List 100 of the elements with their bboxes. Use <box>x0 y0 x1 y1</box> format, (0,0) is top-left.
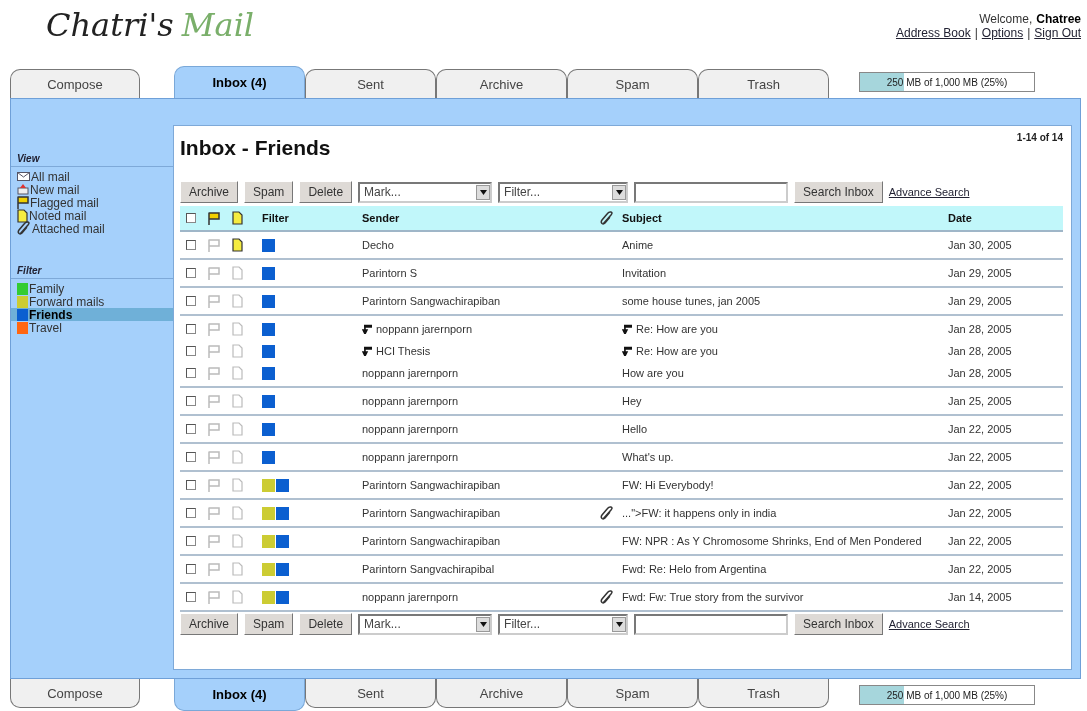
header-link[interactable]: Sign Out <box>1034 26 1081 40</box>
view-item[interactable]: All mail <box>11 170 173 183</box>
filter-item[interactable]: Forward mails <box>11 295 173 308</box>
view-item[interactable]: Attached mail <box>11 222 173 235</box>
date-text: Jan 22, 2005 <box>948 451 1012 463</box>
subject-text: How are you <box>622 367 684 379</box>
search-button[interactable]: Search Inbox <box>794 613 883 635</box>
row-checkbox[interactable] <box>186 240 196 250</box>
action-button[interactable]: Delete <box>299 181 353 203</box>
subject-text: Hey <box>622 395 642 407</box>
storage-text: 250 MB of 1,000 MB (25%) <box>886 76 1008 88</box>
caret-icon <box>479 189 487 195</box>
column-header[interactable]: Sender <box>362 212 600 224</box>
row-checkbox[interactable] <box>186 564 196 574</box>
action-button[interactable]: Archive <box>180 181 238 203</box>
subject-text: FW: Hi Everybody! <box>622 479 714 491</box>
mark-dropdown[interactable]: Mark... <box>358 181 493 203</box>
column-header[interactable]: Date <box>948 212 1063 224</box>
folder-tab[interactable]: Sent <box>305 679 436 708</box>
folder-tab[interactable]: Trash <box>698 679 829 708</box>
compose-tab[interactable]: Compose <box>10 679 140 708</box>
select-all-checkbox[interactable] <box>186 213 196 223</box>
row-checkbox[interactable] <box>186 592 196 602</box>
caret-icon <box>479 621 487 627</box>
row-checkbox[interactable] <box>186 452 196 462</box>
column-header[interactable]: Filter <box>262 212 362 224</box>
subject-text: Re: How are you <box>636 323 718 335</box>
note-icon[interactable] <box>232 238 243 252</box>
note-icon[interactable] <box>232 211 243 225</box>
row-checkbox[interactable] <box>186 508 196 518</box>
link-separator: | <box>974 26 978 40</box>
row-checkbox[interactable] <box>186 368 196 378</box>
sender-text: Parintorn Sangvachirapibal <box>362 563 495 575</box>
date-text: Jan 22, 2005 <box>948 507 1012 519</box>
action-button[interactable]: Delete <box>299 613 353 635</box>
sender-text: Parintorn Sangwachirapiban <box>362 507 501 519</box>
filter-item[interactable]: Travel <box>11 321 173 334</box>
row-checkbox[interactable] <box>186 346 196 356</box>
advance-search-link[interactable]: Advance Search <box>888 618 970 630</box>
row-checkbox[interactable] <box>186 324 196 334</box>
folder-tab[interactable]: Inbox (4) <box>174 679 305 711</box>
subject-text: Invitation <box>622 267 667 279</box>
sender-text: noppann jarernporn <box>362 367 459 379</box>
mark-dropdown[interactable]: Mark... <box>358 613 493 635</box>
header-link[interactable]: Address Book <box>895 26 971 40</box>
subject-text: Anime <box>622 239 654 251</box>
filter-item[interactable]: Family <box>11 282 173 295</box>
action-button[interactable]: Spam <box>244 613 294 635</box>
paperclip-icon <box>600 210 614 226</box>
date-text: Jan 29, 2005 <box>948 267 1012 279</box>
note-icon[interactable] <box>17 208 28 223</box>
date-text: Jan 14, 2005 <box>948 591 1012 603</box>
folder-tab[interactable]: Sent <box>305 69 436 98</box>
action-button[interactable]: Spam <box>244 181 294 203</box>
row-checkbox[interactable] <box>186 296 196 306</box>
welcome-text: Welcome, <box>979 12 1033 26</box>
sender-text: Decho <box>362 239 394 251</box>
folder-tab[interactable]: Archive <box>436 679 567 708</box>
view-item[interactable]: New mail <box>11 183 173 196</box>
search-button[interactable]: Search Inbox <box>794 181 883 203</box>
flag-icon[interactable] <box>208 211 220 225</box>
sender-text: Parintorn Sangwachirapiban <box>362 535 501 547</box>
new-mail-icon <box>17 184 29 195</box>
date-text: Jan 22, 2005 <box>948 563 1012 575</box>
view-item[interactable]: Noted mail <box>11 209 173 222</box>
subject-text: Hello <box>622 423 648 435</box>
folder-tab[interactable]: Trash <box>698 69 829 98</box>
date-text: Jan 29, 2005 <box>948 295 1012 307</box>
action-button[interactable]: Archive <box>180 613 238 635</box>
compose-tab[interactable]: Compose <box>10 69 140 98</box>
folder-tab[interactable]: Inbox (4) <box>174 66 305 98</box>
filter-dropdown[interactable]: Filter... <box>498 613 629 635</box>
search-field[interactable] <box>634 613 789 635</box>
flag-icon[interactable] <box>17 196 29 209</box>
search-field[interactable] <box>634 181 789 203</box>
page-title: Inbox - Friends <box>180 135 331 161</box>
date-text: Jan 22, 2005 <box>948 535 1012 547</box>
message-count: 1-14 of 14 <box>1016 132 1063 145</box>
subject-text: FW: NPR : As Y Chromosome Shrinks, End of Men Pondered <box>622 535 922 547</box>
row-checkbox[interactable] <box>186 396 196 406</box>
date-text: Jan 28, 2005 <box>948 345 1012 357</box>
folder-tab[interactable]: Spam <box>567 69 698 98</box>
advance-search-link[interactable]: Advance Search <box>888 186 970 198</box>
row-checkbox[interactable] <box>186 424 196 434</box>
caret-icon <box>615 621 623 627</box>
date-text: Jan 25, 2005 <box>948 395 1012 407</box>
column-header[interactable]: Subject <box>622 212 948 224</box>
link-separator: | <box>1027 26 1031 40</box>
sender-text: Parintorn Sangwachirapiban <box>362 479 501 491</box>
folder-tab[interactable]: Archive <box>436 69 567 98</box>
row-checkbox[interactable] <box>186 268 196 278</box>
header-link[interactable]: Options <box>981 26 1024 40</box>
date-text: Jan 28, 2005 <box>948 323 1012 335</box>
folder-tab[interactable]: Spam <box>567 679 698 708</box>
sender-text: noppann jarernporn <box>362 395 459 407</box>
row-checkbox[interactable] <box>186 480 196 490</box>
view-item[interactable]: Flagged mail <box>11 196 173 209</box>
filter-dropdown[interactable]: Filter... <box>498 181 629 203</box>
filter-item[interactable]: Friends <box>11 308 173 321</box>
row-checkbox[interactable] <box>186 536 196 546</box>
